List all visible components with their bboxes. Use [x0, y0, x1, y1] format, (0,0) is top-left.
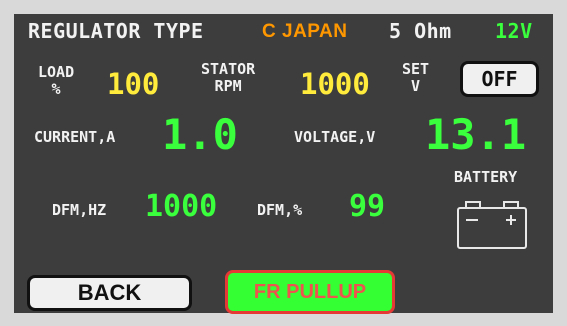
- stator-rpm-value[interactable]: 1000: [300, 67, 370, 101]
- regulator-type-value: C JAPAN: [262, 21, 348, 42]
- voltage-rating: 12V: [495, 19, 533, 43]
- resistance-value: 5 Ohm: [389, 19, 452, 43]
- current-value: 1.0: [162, 110, 238, 159]
- dfm-hz-value: 1000: [145, 189, 218, 224]
- load-label: LOAD %: [38, 64, 74, 98]
- stator-label-line1: STATOR: [201, 60, 256, 78]
- voltage-label: VOLTAGE,V: [294, 128, 376, 146]
- battery-icon: [454, 196, 530, 252]
- back-button[interactable]: BACK: [27, 275, 192, 311]
- current-label: CURRENT,A: [34, 128, 116, 146]
- set-v-label: SET V: [402, 61, 429, 95]
- stator-label-line2: RPM: [214, 77, 242, 95]
- load-value[interactable]: 100: [107, 67, 159, 101]
- regulator-screen: REGULATOR TYPE C JAPAN 5 Ohm 12V LOAD % …: [14, 14, 553, 314]
- set-v-off-button[interactable]: OFF: [460, 61, 539, 97]
- set-v-label-line1: SET: [402, 60, 430, 78]
- dfm-pct-label: DFM,%: [257, 201, 303, 219]
- regulator-type-label: REGULATOR TYPE: [28, 19, 204, 43]
- load-label-line2: %: [51, 80, 61, 98]
- stator-label: STATOR RPM: [201, 61, 255, 95]
- device-frame: REGULATOR TYPE C JAPAN 5 Ohm 12V LOAD % …: [0, 0, 567, 326]
- voltage-value: 13.1: [425, 110, 527, 159]
- dfm-hz-label: DFM,HZ: [52, 201, 107, 219]
- load-label-line1: LOAD: [38, 63, 75, 81]
- battery-label: BATTERY: [454, 168, 518, 186]
- set-v-label-line2: V: [411, 77, 421, 95]
- fr-pullup-button[interactable]: FR PULLUP: [225, 270, 395, 314]
- dfm-pct-value: 99: [349, 189, 386, 224]
